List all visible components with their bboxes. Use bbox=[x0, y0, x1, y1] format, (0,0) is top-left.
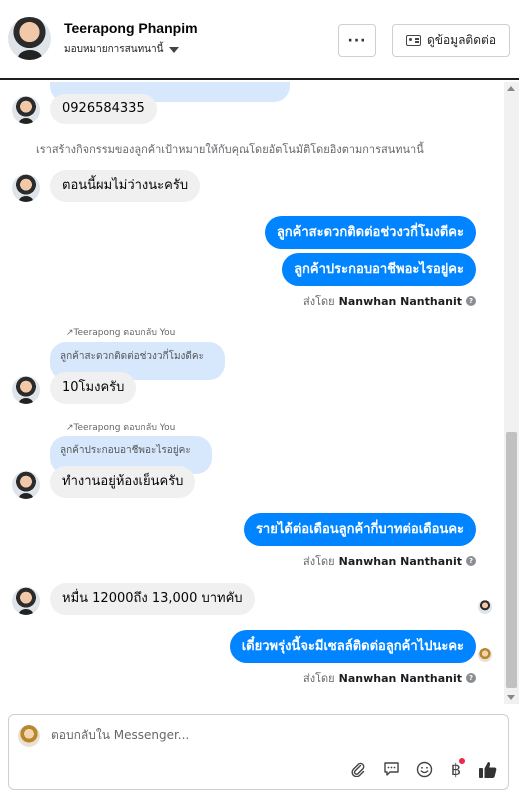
message-text: รายได้ต่อเดือนลูกค้ากี่บาทต่อเดือนคะ bbox=[255, 522, 464, 537]
reply-composer: ฿ bbox=[8, 714, 509, 790]
message-outgoing[interactable]: เดี๋ยวพรุ่งนี้จะมีเซลล์ติดต่อลูกค้าไปนะค… bbox=[229, 630, 476, 663]
scroll-up-arrow-icon[interactable] bbox=[507, 86, 515, 91]
sent-by-line: ส่งโดย Nanwhan Nanthanit ? bbox=[303, 552, 476, 570]
thread-scrollbar[interactable] bbox=[504, 82, 519, 704]
message-outgoing[interactable]: ลูกค้าสะดวกติดต่อช่วงวกี่โมงดีคะ bbox=[264, 216, 476, 249]
sender-avatar-small bbox=[478, 648, 492, 662]
message-text: หมื่น 12000ถึง 13,000 บาทคับ bbox=[62, 591, 243, 606]
seen-receipt-avatar bbox=[478, 600, 492, 614]
question-icon[interactable]: ? bbox=[466, 556, 476, 566]
reply-indicator: ↗Teerapong ตอบกลับ You bbox=[66, 328, 176, 338]
system-note: เราสร้างกิจกรรมของลูกค้าเป้าหมายให้กับคุ… bbox=[36, 143, 424, 156]
contact-avatar-small bbox=[12, 174, 40, 202]
more-icon: ··· bbox=[347, 32, 367, 49]
question-icon[interactable]: ? bbox=[466, 673, 476, 683]
message-incoming[interactable]: ทำงานอยู่ห้องเย็นครับ bbox=[50, 466, 196, 498]
contact-avatar-small bbox=[12, 587, 40, 615]
reply-input[interactable] bbox=[51, 728, 491, 742]
contact-avatar-small bbox=[12, 96, 40, 124]
quoted-text: ลูกค้าประกอบอาชีพอะไรอยู่คะ bbox=[60, 445, 191, 456]
assign-conversation-dropdown[interactable]: มอบหมายการสนทนานี้ bbox=[64, 42, 180, 57]
message-outgoing[interactable]: ลูกค้าประกอบอาชีพอะไรอยู่คะ bbox=[282, 253, 476, 286]
conversation-header: Teerapong Phanpim มอบหมายการสนทนานี้ ···… bbox=[0, 0, 519, 80]
sent-by-label: ส่งโดย bbox=[303, 555, 335, 568]
message-incoming[interactable]: ตอนนี้ผมไม่ว่างนะครับ bbox=[50, 170, 201, 202]
contact-card-icon bbox=[405, 35, 421, 46]
message-text: ลูกค้าประกอบอาชีพอะไรอยู่คะ bbox=[294, 262, 464, 277]
contact-avatar-small bbox=[12, 376, 40, 404]
message-incoming[interactable]: หมื่น 12000ถึง 13,000 บาทคับ bbox=[50, 583, 255, 615]
message-text: ลูกค้าสะดวกติดต่อช่วงวกี่โมงดีคะ bbox=[276, 225, 464, 240]
baht-icon[interactable]: ฿ bbox=[446, 758, 466, 779]
message-text: ตอนนี้ผมไม่ว่างนะครับ bbox=[62, 178, 189, 193]
quoted-text: ลูกค้าสะดวกติดต่อช่วงวกี่โมงดีคะ bbox=[60, 351, 204, 362]
agent-avatar bbox=[18, 725, 40, 747]
scroll-down-arrow-icon[interactable] bbox=[507, 695, 515, 700]
more-options-button[interactable]: ··· bbox=[338, 24, 376, 57]
sent-by-label: ส่งโดย bbox=[303, 295, 335, 308]
message-text: ทำงานอยู่ห้องเย็นครับ bbox=[62, 474, 184, 489]
sent-by-line: ส่งโดย Nanwhan Nanthanit ? bbox=[303, 292, 476, 310]
message-incoming[interactable]: 10โมงครับ bbox=[50, 372, 137, 404]
chat-bubble-icon[interactable] bbox=[381, 759, 401, 779]
message-outgoing[interactable]: รายได้ต่อเดือนลูกค้ากี่บาทต่อเดือนคะ bbox=[243, 513, 476, 546]
question-icon[interactable]: ? bbox=[466, 296, 476, 306]
reply-indicator-text: Teerapong ตอบกลับ You bbox=[73, 423, 176, 433]
sender-name: Nanwhan Nanthanit bbox=[338, 554, 462, 568]
assign-label: มอบหมายการสนทนานี้ bbox=[64, 44, 164, 55]
sender-name: Nanwhan Nanthanit bbox=[338, 294, 462, 308]
contact-avatar-small bbox=[12, 471, 40, 499]
smiley-icon[interactable] bbox=[414, 759, 434, 779]
contact-name[interactable]: Teerapong Phanpim bbox=[64, 20, 198, 36]
message-text: 0926584335 bbox=[62, 101, 145, 116]
reply-indicator-text: Teerapong ตอบกลับ You bbox=[73, 328, 176, 338]
thumbs-up-icon[interactable] bbox=[478, 759, 498, 779]
message-text: 10โมงครับ bbox=[62, 380, 125, 395]
message-text: เดี๋ยวพรุ่งนี้จะมีเซลล์ติดต่อลูกค้าไปนะค… bbox=[241, 639, 464, 654]
message-thread: 0926584335 เราสร้างกิจกรรมของลูกค้าเป้าห… bbox=[0, 82, 504, 704]
contact-avatar[interactable] bbox=[8, 17, 51, 60]
sent-by-label: ส่งโดย bbox=[303, 672, 335, 685]
scrollbar-thumb[interactable] bbox=[506, 432, 517, 688]
reply-indicator: ↗Teerapong ตอบกลับ You bbox=[66, 423, 176, 433]
view-contact-info-button[interactable]: ดูข้อมูลติดต่อ bbox=[392, 24, 510, 57]
sender-name: Nanwhan Nanthanit bbox=[338, 671, 462, 685]
message-incoming[interactable]: 0926584335 bbox=[50, 94, 157, 124]
sent-by-line: ส่งโดย Nanwhan Nanthanit ? bbox=[303, 669, 476, 687]
caret-down-icon bbox=[169, 46, 180, 53]
view-contact-info-label: ดูข้อมูลติดต่อ bbox=[426, 33, 497, 47]
notification-dot bbox=[459, 758, 465, 764]
paperclip-icon[interactable] bbox=[348, 759, 368, 779]
